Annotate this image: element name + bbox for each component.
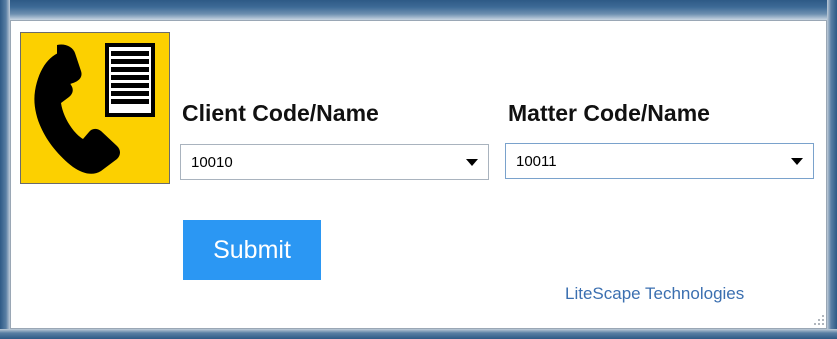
window-frame-top (0, 0, 837, 20)
chevron-down-icon[interactable] (466, 159, 478, 166)
client-code-label: Client Code/Name (182, 100, 379, 126)
matter-code-label: Matter Code/Name (508, 100, 710, 126)
client-code-dropdown[interactable]: 10010 (180, 144, 489, 180)
client-code-value: 10010 (191, 154, 233, 171)
app-window: Client Code/Name Matter Code/Name 10010 … (0, 0, 837, 339)
submit-button[interactable]: Submit (183, 220, 321, 280)
chevron-down-icon[interactable] (791, 158, 803, 165)
phone-with-list-icon (20, 32, 170, 184)
window-frame-left (0, 0, 10, 339)
matter-code-value: 10011 (516, 153, 557, 170)
resize-grip-icon[interactable] (813, 315, 825, 327)
matter-code-dropdown[interactable]: 10011 (505, 143, 814, 179)
litescape-technologies-link[interactable]: LiteScape Technologies (565, 284, 744, 304)
window-frame-right (827, 0, 837, 339)
window-frame-bottom (0, 329, 837, 339)
